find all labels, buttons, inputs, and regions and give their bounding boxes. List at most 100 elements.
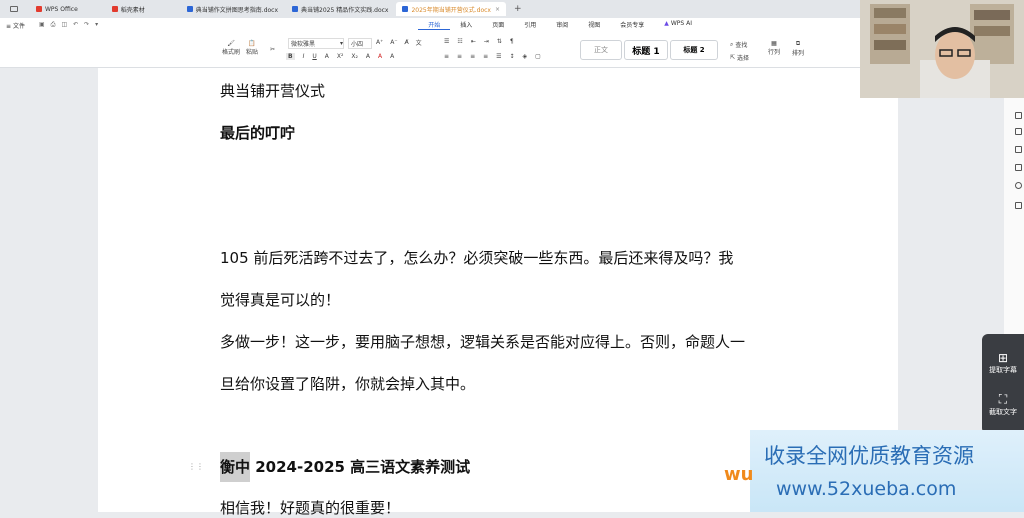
number-list-icon[interactable]: ☷ [457,38,462,45]
drag-handle-icon[interactable]: ⋮⋮ [188,462,204,471]
tab-label: 典当铺作文拼图思考指南.docx [195,6,279,14]
outdent-icon[interactable]: ⇤ [471,38,476,45]
paragraph-3[interactable]: 相信我！好题真的很重要！ [220,497,400,518]
align-buttons: ≡ ≡ ≡ ≡ ☰ ↕ ◈ ▢ [444,53,541,60]
paragraph-2-cont[interactable]: 旦给你设置了陷阱，你就会掉入其中。 [220,373,475,394]
selected-text[interactable]: 衡中 [220,452,251,482]
menu-view[interactable]: 视图 [578,20,610,30]
arrange-icon: ⧉ [795,40,801,47]
line-spacing-icon[interactable]: ↕ [510,53,515,60]
distribute-icon[interactable]: ☰ [496,53,501,60]
preview-icon[interactable]: ◫ [61,21,67,29]
dropdown-icon[interactable]: ▾ [95,21,98,29]
pinyin-icon[interactable]: 文 [416,38,422,47]
promo-slogan: 收录全网优质教育资源 [764,444,974,468]
superscript-icon[interactable]: X² [337,53,344,60]
char-border-icon[interactable]: A [390,53,394,60]
chevron-down-icon: ▾ [339,40,343,47]
indent-icon[interactable]: ⇥ [484,38,489,45]
menu-wps-ai[interactable]: ▲ WPS AI [654,20,702,30]
subtitle-icon: ⊞ [997,351,1009,365]
tab-label: 典当铺2025 精品作文实践.docx [301,6,389,14]
align-left-icon[interactable]: ≡ [444,53,449,60]
highlight-icon[interactable]: A [366,53,370,60]
cut-icon[interactable]: ✂ [270,46,275,53]
border-icon[interactable]: ▢ [535,53,541,60]
paragraph-1[interactable]: 105 前后死活跨不过去了，怎么办？必须突破一些东西。最后还来得及吗？我 [220,247,733,268]
print-icon[interactable]: ⎙ [51,21,56,29]
menu-insert[interactable]: 插入 [450,20,482,30]
pen-icon[interactable] [1015,146,1022,153]
share-icon[interactable] [1015,164,1022,171]
show-marks-icon[interactable]: ¶ [510,38,514,45]
shading-icon[interactable]: ◈ [523,53,528,60]
font-name-select[interactable]: 微软雅黑 ▾ [288,38,344,49]
ai-icon: ▲ [664,20,669,27]
style-heading-1[interactable]: 标题 1 [624,40,668,60]
close-icon[interactable]: × [495,6,500,13]
row-col-button[interactable]: ▦ 行列 [768,40,780,56]
grow-font-icon[interactable]: A⁺ [376,39,383,46]
bullet-list-icon[interactable]: ☰ [444,38,449,45]
strike-icon[interactable]: A [325,53,329,60]
tab-doc-2[interactable]: 典当铺2025 精品作文实践.docx [286,2,394,16]
clear-format-icon[interactable]: A̸ [405,39,409,46]
tab-material[interactable]: 稻壳素材 [106,2,151,16]
font-size-select[interactable]: 小四 [348,38,372,49]
tab-doc-active[interactable]: 2025年期当铺开营仪式.docx × [396,2,507,16]
paragraph-buttons: ☰ ☷ ⇤ ⇥ ⇅ ¶ [444,38,514,45]
history-icon[interactable] [1015,182,1022,189]
webcam-overlay [860,0,1024,98]
settings-icon[interactable] [1015,202,1022,209]
menu-start[interactable]: 开始 [418,20,451,30]
extract-subtitle-button[interactable]: ⊞ 提取字幕 [989,351,1017,375]
menu-review[interactable]: 审阅 [546,20,578,30]
paragraph-2[interactable]: 多做一步！这一步，要用脑子想想，逻辑关系是否能对应得上。否则，命题人一 [220,331,745,352]
format-painter-button[interactable]: 🖌 格式刷 [222,40,240,56]
presenter-video [860,0,1024,98]
doc-title[interactable]: 典当铺开营仪式 [220,80,325,101]
home-tab[interactable] [0,2,28,16]
align-right-icon[interactable]: ≡ [470,53,475,60]
doc-subtitle[interactable]: 最后的叮咛 [220,122,295,143]
redo-icon[interactable]: ↷ [84,21,89,29]
subscript-icon[interactable]: X₂ [351,53,358,60]
style-normal[interactable]: 正文 [580,40,622,60]
shrink-font-icon[interactable]: A⁻ [390,39,397,46]
section-heading[interactable]: 衡中 2024-2025 高三语文素养测试 [220,452,470,482]
capture-text-button[interactable]: ⛶ 截取文字 [989,392,1017,417]
font-color-icon[interactable]: A [378,53,382,60]
tab-label: 2025年期当铺开营仪式.docx [411,6,491,14]
undo-icon[interactable]: ↶ [73,21,78,29]
menu-file[interactable]: ≡ 文件 [0,21,35,30]
doc-icon [186,6,193,12]
new-tab-icon[interactable]: + [514,4,522,14]
save-icon[interactable]: ▣ [39,21,45,29]
promo-url: www.52xueba.com [776,478,957,500]
find-button[interactable]: ⌕ 查找 [730,40,747,50]
logo-mark: wu [724,464,754,485]
doc-icon [402,6,409,12]
font-size-buttons: A⁺ A⁻ A̸ 文 [376,38,422,47]
arrange-button[interactable]: ⧉ 排列 [792,40,804,57]
menu-reference[interactable]: 引用 [514,20,546,30]
scan-icon: ⛶ [998,392,1008,406]
underline-icon[interactable]: U [312,53,316,60]
tab-wps-office[interactable]: WPS Office [30,2,84,16]
menu-page[interactable]: 页面 [482,20,514,30]
home-icon [10,6,18,12]
align-center-icon[interactable]: ≡ [457,53,462,60]
italic-icon[interactable]: I [303,53,305,60]
tab-doc-1[interactable]: 典当铺作文拼图思考指南.docx [181,2,284,16]
paragraph-1-cont[interactable]: 觉得真是可以的！ [220,289,340,310]
select-button[interactable]: ⇱ 选择 [730,53,749,62]
style-heading-2[interactable]: 标题 2 [670,40,718,60]
comment-icon[interactable] [1015,128,1022,135]
paste-button[interactable]: 📋 粘贴 [246,40,258,56]
menu-member[interactable]: 会员专享 [610,20,654,30]
brush-icon: 🖌 [227,40,235,47]
sort-icon[interactable]: ⇅ [497,38,502,45]
bookmark-icon[interactable] [1015,112,1022,119]
justify-icon[interactable]: ≡ [483,53,488,60]
bold-icon[interactable]: B [286,53,295,60]
